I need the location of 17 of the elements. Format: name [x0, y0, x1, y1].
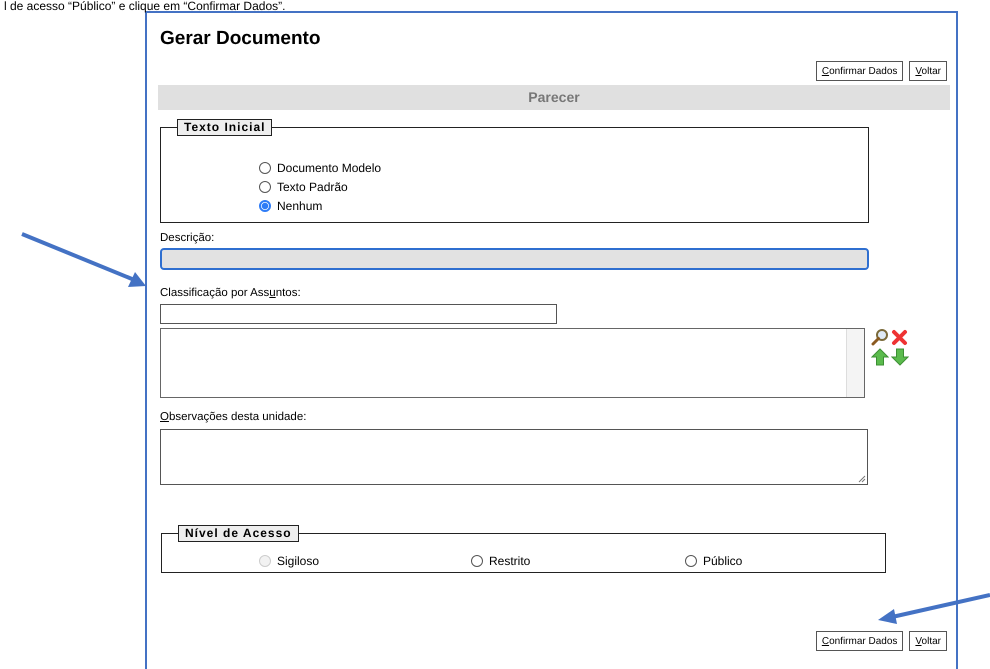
radio-option[interactable]: Texto Padrão: [259, 180, 348, 194]
group-legend: Texto Inicial: [177, 119, 272, 136]
section-header: Parecer: [158, 85, 950, 110]
group-legend: Nível de Acesso: [178, 525, 299, 542]
radio-option[interactable]: Restrito: [471, 554, 530, 568]
radio-option[interactable]: Nenhum: [259, 199, 322, 213]
field-label: Observações desta unidade:: [160, 411, 306, 423]
instruction-text: l de acesso “Público” e clique em “Confirmar Dados”.: [3, 0, 286, 13]
radio-option[interactable]: Documento Modelo: [259, 161, 382, 175]
field-label: Descrição:: [160, 232, 214, 244]
back-button[interactable]: Voltar: [909, 631, 947, 651]
field-label: Classificação por Assuntos:: [160, 287, 301, 299]
confirm-button[interactable]: Confirmar Dados: [816, 61, 904, 81]
radio-option[interactable]: Público: [685, 554, 742, 568]
back-button[interactable]: Voltar: [909, 61, 947, 81]
confirm-button[interactable]: Confirmar Dados: [816, 631, 904, 651]
window-title: Gerar Documento: [160, 27, 320, 51]
